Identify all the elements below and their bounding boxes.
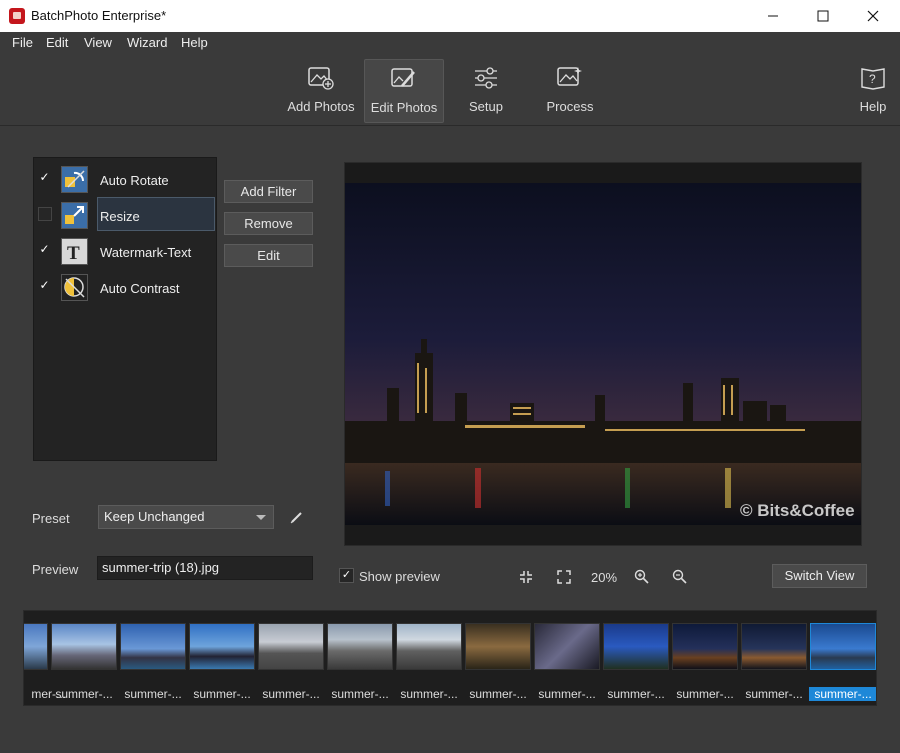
- preview-panel: © Bits&Coffee: [344, 162, 862, 546]
- menu-edit[interactable]: Edit: [46, 35, 68, 50]
- edit-photos-label: Edit Photos: [370, 100, 438, 115]
- preview-filename-field[interactable]: summer-trip (18).jpg: [97, 556, 313, 580]
- preset-select[interactable]: Keep Unchanged: [98, 505, 274, 529]
- thumbnail[interactable]: [24, 623, 48, 670]
- text-icon: T: [61, 238, 88, 265]
- thumbnail-label: summer-...: [745, 687, 803, 701]
- thumbnail[interactable]: [189, 623, 255, 670]
- filter-checkbox[interactable]: ✓: [38, 279, 51, 292]
- thumbnail-label: summer-...: [676, 687, 734, 701]
- menu-file[interactable]: File: [12, 35, 33, 50]
- close-button[interactable]: [850, 0, 896, 32]
- fit-icon[interactable]: [519, 570, 533, 584]
- app-icon: [9, 8, 25, 24]
- thumbnail[interactable]: [465, 623, 531, 670]
- process-label: Process: [546, 99, 594, 114]
- edit-photos-button[interactable]: Edit Photos: [364, 59, 444, 123]
- help-label: Help: [859, 99, 887, 114]
- resize-icon: [61, 202, 88, 229]
- watermark-text: © Bits&Coffee: [740, 501, 855, 520]
- minimize-icon: [768, 15, 778, 17]
- thumbnail-label: summer-...: [262, 687, 320, 701]
- thumbnail[interactable]: [51, 623, 117, 670]
- filter-name: Auto Rotate: [100, 173, 169, 188]
- filter-item-resize[interactable]: Resize: [34, 196, 216, 232]
- thumbnail[interactable]: [396, 623, 462, 670]
- thumbnail-selected[interactable]: [810, 623, 876, 670]
- thumbnail-label: summer-...: [469, 687, 527, 701]
- process-button[interactable]: Process: [540, 59, 600, 121]
- thumbnail-label: summer-...: [607, 687, 665, 701]
- thumbnail-label: summer-...: [55, 687, 113, 701]
- zoom-level: 20%: [591, 570, 618, 585]
- filter-name: Auto Contrast: [100, 281, 180, 296]
- thumbnail-label: summer-...: [193, 687, 251, 701]
- thumbnail-strip[interactable]: mer-... summer-... summer-... summer-...…: [23, 610, 877, 706]
- filter-name: Resize: [100, 209, 140, 224]
- thumbnail[interactable]: [327, 623, 393, 670]
- preset-value: Keep Unchanged: [104, 509, 205, 524]
- svg-text:T: T: [67, 243, 80, 264]
- filter-list[interactable]: ✓ Auto Rotate Resize ✓ T Watermark-Text …: [33, 157, 217, 461]
- help-book-icon: ?: [861, 68, 885, 90]
- zoom-in-icon[interactable]: [634, 569, 649, 584]
- thumbnail-label-selected: summer-...: [809, 687, 876, 701]
- add-photos-label: Add Photos: [287, 99, 355, 114]
- add-filter-button[interactable]: Add Filter: [224, 180, 313, 203]
- thumbnail[interactable]: [672, 623, 738, 670]
- zoom-out-icon[interactable]: [672, 569, 687, 584]
- add-photos-icon: [308, 67, 334, 90]
- thumbnail[interactable]: [603, 623, 669, 670]
- full-size-icon[interactable]: [557, 570, 571, 584]
- filter-checkbox[interactable]: ✓: [38, 171, 51, 184]
- switch-view-button[interactable]: Switch View: [772, 564, 867, 588]
- add-photos-button[interactable]: Add Photos: [283, 59, 359, 121]
- pencil-icon[interactable]: [290, 510, 304, 524]
- preset-label: Preset: [32, 511, 70, 526]
- filter-checkbox[interactable]: ✓: [38, 243, 51, 256]
- edit-photos-icon: [391, 68, 415, 87]
- setup-label: Setup: [469, 99, 503, 114]
- thumbnail-label: summer-...: [124, 687, 182, 701]
- minimize-button[interactable]: [750, 0, 796, 32]
- thumbnail[interactable]: [258, 623, 324, 670]
- filter-checkbox[interactable]: [38, 207, 52, 221]
- thumbnail-label: summer-...: [331, 687, 389, 701]
- setup-icon: [475, 67, 497, 89]
- menu-view[interactable]: View: [84, 35, 112, 50]
- thumbnail[interactable]: [741, 623, 807, 670]
- show-preview-checkbox[interactable]: ✓: [339, 568, 354, 583]
- svg-text:?: ?: [869, 72, 876, 86]
- menu-help[interactable]: Help: [181, 35, 208, 50]
- thumbnail[interactable]: [534, 623, 600, 670]
- menu-bar: File Edit View Wizard Help: [0, 32, 900, 54]
- help-button[interactable]: ? Help: [850, 59, 896, 121]
- filter-item-watermark-text[interactable]: ✓ T Watermark-Text: [34, 232, 216, 268]
- setup-button[interactable]: Setup: [456, 59, 516, 121]
- filter-item-auto-contrast[interactable]: ✓ Auto Contrast: [34, 268, 216, 304]
- menu-wizard[interactable]: Wizard: [127, 35, 167, 50]
- maximize-button[interactable]: [800, 0, 846, 32]
- thumbnail-label: summer-...: [538, 687, 596, 701]
- remove-filter-button[interactable]: Remove: [224, 212, 313, 235]
- preview-image: © Bits&Coffee: [345, 183, 861, 525]
- filter-item-auto-rotate[interactable]: ✓ Auto Rotate: [34, 160, 216, 196]
- title-bar: BatchPhoto Enterprise*: [0, 0, 900, 32]
- maximize-icon: [817, 10, 829, 22]
- window-title: BatchPhoto Enterprise*: [31, 8, 167, 23]
- thumbnail[interactable]: [120, 623, 186, 670]
- auto-rotate-icon: [61, 166, 88, 193]
- preview-label: Preview: [32, 562, 79, 577]
- contrast-icon: [61, 274, 88, 301]
- show-preview-label: Show preview: [359, 569, 440, 584]
- filter-name: Watermark-Text: [100, 245, 192, 260]
- close-icon: [867, 10, 879, 22]
- main-toolbar: Add Photos Edit Photos Setup Process ? H…: [0, 54, 900, 126]
- edit-filter-button[interactable]: Edit: [224, 244, 313, 267]
- process-icon: [557, 67, 582, 86]
- thumbnail-label: summer-...: [400, 687, 458, 701]
- chevron-down-icon: [256, 515, 266, 520]
